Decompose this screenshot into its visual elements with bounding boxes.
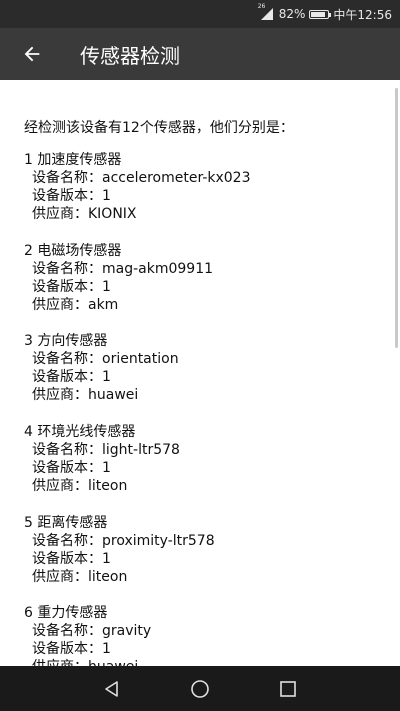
triangle-back-icon bbox=[105, 680, 118, 697]
sensor-vendor: 供应商：liteon bbox=[32, 478, 128, 494]
sensor-heading: 3 方向传感器 bbox=[24, 333, 108, 349]
sensor-heading: 5 距离传感器 bbox=[24, 515, 108, 531]
sensor-heading: 2 电磁场传感器 bbox=[24, 243, 122, 259]
navigation-bar bbox=[0, 666, 400, 711]
sensor-device-name: 设备名称：proximity-ltr578 bbox=[32, 533, 215, 549]
sensor-device-name: 设备名称：mag-akm09911 bbox=[32, 261, 214, 277]
sensor-item: 4 环境光线传感器 设备名称：light-ltr578 设备版本：1 供应商：l… bbox=[24, 423, 384, 495]
sensor-item: 1 加速度传感器 设备名称：accelerometer-kx023 设备版本：1… bbox=[24, 151, 384, 223]
sensor-item: 2 电磁场传感器 设备名称：mag-akm09911 设备版本：1 供应商：ak… bbox=[24, 242, 384, 314]
scrollbar[interactable] bbox=[395, 88, 398, 348]
arrow-left-icon bbox=[24, 46, 40, 62]
sensor-vendor: 供应商：huawei bbox=[24, 658, 384, 666]
sensor-list-content[interactable]: 经检测该设备有12个传感器，他们分别是： 1 加速度传感器 设备名称：accel… bbox=[0, 80, 400, 666]
nav-recents-button[interactable] bbox=[258, 666, 318, 711]
circle-home-icon bbox=[191, 679, 209, 698]
sensor-device-version: 设备版本：1 bbox=[32, 188, 111, 204]
battery-percent: 82% bbox=[278, 7, 306, 21]
sensor-heading: 4 环境光线传感器 bbox=[24, 424, 136, 440]
page-title: 传感器检测 bbox=[80, 43, 180, 68]
battery-fill bbox=[311, 11, 325, 17]
sensor-vendor: 供应商：akm bbox=[32, 297, 119, 313]
sensor-vendor: 供应商：liteon bbox=[32, 569, 128, 585]
sensor-device-version: 设备版本：1 bbox=[32, 551, 111, 567]
sensor-device-version: 设备版本：1 bbox=[32, 279, 111, 295]
app-bar: 传感器检测 bbox=[0, 28, 400, 80]
sensor-device-name: 设备名称：orientation bbox=[32, 351, 179, 367]
sensor-device-name: 设备名称：light-ltr578 bbox=[32, 442, 180, 458]
status-bar: 26 82% 中午12:56 bbox=[0, 0, 400, 28]
sensor-vendor: 供应商：KIONIX bbox=[32, 206, 137, 222]
sensor-device-name: 设备名称：accelerometer-kx023 bbox=[32, 170, 251, 186]
sensor-device-name: 设备名称：gravity bbox=[32, 623, 152, 639]
sensor-heading: 6 重力传感器 bbox=[24, 605, 108, 621]
nav-home-button[interactable] bbox=[170, 666, 230, 711]
back-button[interactable] bbox=[0, 28, 64, 80]
sensor-device-version: 设备版本：1 bbox=[32, 460, 111, 476]
square-recents-icon bbox=[280, 680, 296, 697]
status-indicators: 26 82% 中午12:56 bbox=[258, 0, 392, 28]
sensor-device-version: 设备版本：1 bbox=[32, 641, 111, 657]
sensor-heading: 1 加速度传感器 bbox=[24, 152, 122, 168]
clock: 中午12:56 bbox=[333, 7, 392, 22]
sensor-item: 5 距离传感器 设备名称：proximity-ltr578 设备版本：1 供应商… bbox=[24, 514, 384, 586]
sensor-item: 3 方向传感器 设备名称：orientation 设备版本：1 供应商：huaw… bbox=[24, 332, 384, 404]
signal-icon: 26 bbox=[258, 3, 275, 21]
sensor-vendor: 供应商：huawei bbox=[32, 387, 139, 403]
intro-text: 经检测该设备有12个传感器，他们分别是： bbox=[24, 120, 294, 136]
nav-back-button[interactable] bbox=[82, 666, 142, 711]
network-type-label: 26 bbox=[257, 3, 266, 10]
sensor-device-version: 设备版本：1 bbox=[32, 369, 111, 385]
battery-icon bbox=[309, 9, 332, 19]
sensor-item: 6 重力传感器 设备名称：gravity 设备版本：1 供应商：huawei bbox=[24, 604, 384, 666]
